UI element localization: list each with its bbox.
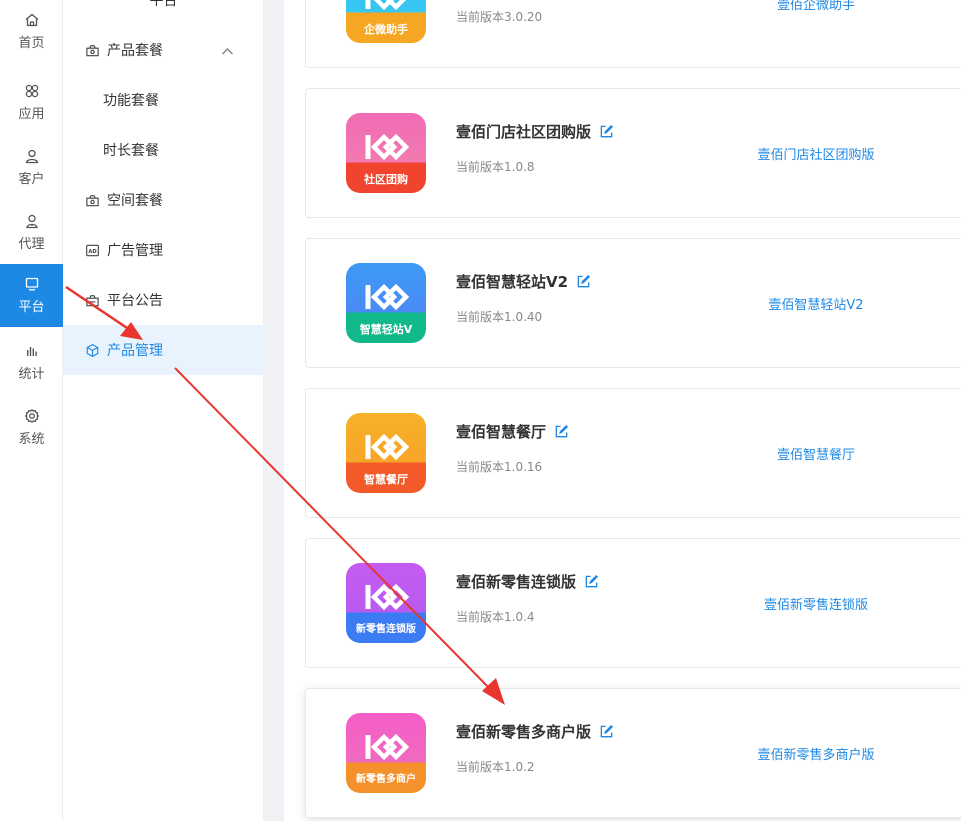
app-name-text: 壹佰智慧餐厅: [456, 423, 547, 441]
rail-item-label: 首页: [18, 36, 45, 51]
app-version: 当前版本3.0.20: [456, 10, 543, 24]
chevron-up-icon: [221, 47, 234, 55]
menu-item-label: 产品管理: [107, 343, 163, 359]
menu-item-product-package[interactable]: 产品套餐: [63, 25, 264, 75]
menu-item-ad-management[interactable]: AD 广告管理: [63, 225, 264, 275]
app-version: 当前版本1.0.40: [456, 310, 543, 324]
stats-icon: [26, 347, 37, 356]
logo-icon: [365, 433, 410, 461]
menu-item-space-package[interactable]: 空间套餐: [63, 175, 264, 225]
menu-item-duration-package[interactable]: 时长套餐: [63, 125, 264, 175]
app-icon: 智慧餐厅: [346, 413, 426, 493]
agent-icon: [25, 214, 38, 229]
cube-icon: [86, 343, 99, 357]
product-card: 新零售多商户 壹佰新零售多商户版 当前版本1.0.2 壹佰新零售多商户版: [305, 688, 961, 818]
menu-item-platform-notice[interactable]: 平台公告: [63, 275, 264, 325]
app-name: 壹佰新零售多商户版: [456, 721, 614, 742]
rail-item-label: 平台: [18, 300, 45, 315]
app-icon: 企微助手: [346, 0, 426, 43]
product-card: 新零售连锁版 壹佰新零售连锁版 当前版本1.0.4 壹佰新零售连锁版: [305, 538, 961, 668]
rail-item-label: 统计: [18, 367, 45, 382]
monitor-icon: [25, 277, 38, 291]
app-link[interactable]: 壹佰新零售连锁版: [726, 594, 906, 613]
app-icon-label: 新零售多商户: [356, 774, 416, 785]
edit-icon[interactable]: [554, 424, 569, 439]
app-link[interactable]: 壹佰企微助手: [726, 0, 906, 13]
app-link[interactable]: 壹佰智慧餐厅: [726, 444, 906, 463]
product-card: 企微助手 当前版本3.0.20 壹佰企微助手: [305, 0, 961, 68]
app-icon-label: 企微助手: [364, 23, 408, 36]
app-version: 当前版本1.0.8: [456, 160, 535, 174]
app-icon: 新零售连锁版: [346, 563, 426, 643]
user-icon: [25, 149, 38, 164]
app-name: 壹佰智慧餐厅: [456, 421, 569, 442]
logo-icon: [365, 283, 410, 311]
menu-item-label: 时长套餐: [103, 143, 159, 159]
app-icon-label: 智慧轻站V: [359, 323, 413, 336]
rail-item-label: 客户: [18, 172, 45, 187]
svg-text:AD: AD: [88, 248, 96, 254]
rail-item-agents[interactable]: 代理: [0, 200, 63, 265]
menu-item-product-management[interactable]: 产品管理: [63, 325, 264, 375]
app-name: 壹佰门店社区团购版: [456, 121, 614, 142]
package-icon: [86, 44, 99, 56]
edit-icon[interactable]: [599, 124, 614, 139]
secondary-menu: 平台 产品套餐 功能套餐 时长套餐 空间套餐 AD 广告管理 平台公告 产品管理: [63, 0, 264, 821]
rail-item-system[interactable]: 系统: [0, 395, 63, 460]
gear-icon: [24, 408, 39, 424]
app-icon: 社区团购: [346, 113, 426, 193]
product-card: 智慧轻站V 壹佰智慧轻站V2 当前版本1.0.40 壹佰智慧轻站V2: [305, 238, 961, 368]
home-icon: [25, 13, 38, 27]
logo-icon: [365, 0, 407, 11]
app-name-text: 壹佰新零售连锁版: [456, 573, 577, 591]
app-icon: 智慧轻站V: [346, 263, 426, 343]
primary-nav-rail: 首页 应用 客户 代理 平台 统计 系统: [0, 0, 63, 821]
app-icon-label: 智慧餐厅: [364, 473, 408, 486]
rail-item-platform[interactable]: 平台: [0, 264, 63, 327]
menu-item-label: 平台公告: [107, 293, 163, 309]
logo-icon: [365, 583, 410, 611]
package-icon: [86, 194, 99, 206]
app-version: 当前版本1.0.2: [456, 760, 535, 774]
ad-icon: AD: [86, 244, 99, 256]
menu-item-label: 空间套餐: [107, 193, 163, 209]
app-name-text: 壹佰门店社区团购版: [456, 123, 592, 141]
rail-item-label: 应用: [18, 107, 45, 122]
app-link[interactable]: 壹佰新零售多商户版: [726, 744, 906, 763]
submenu-title: 平台: [149, 0, 178, 9]
app-icon: 新零售多商户: [346, 713, 426, 793]
app-icon-label: 新零售连锁版: [356, 624, 416, 635]
app-name: 壹佰智慧轻站V2: [456, 271, 591, 292]
app-link[interactable]: 壹佰智慧轻站V2: [726, 294, 906, 313]
app-icon-label: 社区团购: [364, 173, 408, 186]
product-card: 社区团购 壹佰门店社区团购版 当前版本1.0.8 壹佰门店社区团购版: [305, 88, 961, 218]
rail-item-statistics[interactable]: 统计: [0, 330, 63, 395]
menu-item-label: 产品套餐: [107, 43, 163, 59]
menu-item-label: 功能套餐: [103, 93, 159, 109]
menu-item-label: 广告管理: [107, 243, 163, 259]
apps-icon: [25, 84, 38, 98]
app-version: 当前版本1.0.4: [456, 610, 535, 624]
rail-item-apps[interactable]: 应用: [0, 70, 63, 135]
app-version: 当前版本1.0.16: [456, 460, 543, 474]
edit-icon[interactable]: [576, 274, 591, 289]
menu-item-feature-package[interactable]: 功能套餐: [63, 75, 264, 125]
app-window: 首页 应用 客户 代理 平台 统计 系统 平台 产品套餐 功能套餐 时长套餐 空…: [0, 0, 961, 821]
notice-icon: [86, 294, 99, 306]
app-link[interactable]: 壹佰门店社区团购版: [726, 144, 906, 163]
edit-icon[interactable]: [584, 574, 599, 589]
rail-item-home[interactable]: 首页: [0, 0, 63, 63]
app-name: 壹佰新零售连锁版: [456, 571, 599, 592]
rail-item-label: 代理: [18, 237, 45, 252]
logo-icon: [365, 733, 410, 761]
app-name-text: 壹佰新零售多商户版: [456, 723, 592, 741]
rail-item-customers[interactable]: 客户: [0, 135, 63, 200]
product-card: 智慧餐厅 壹佰智慧餐厅 当前版本1.0.16 壹佰智慧餐厅: [305, 388, 961, 518]
edit-icon[interactable]: [599, 724, 614, 739]
logo-icon: [365, 133, 410, 161]
app-name-text: 壹佰智慧轻站V2: [456, 273, 569, 291]
rail-item-label: 系统: [18, 432, 45, 447]
